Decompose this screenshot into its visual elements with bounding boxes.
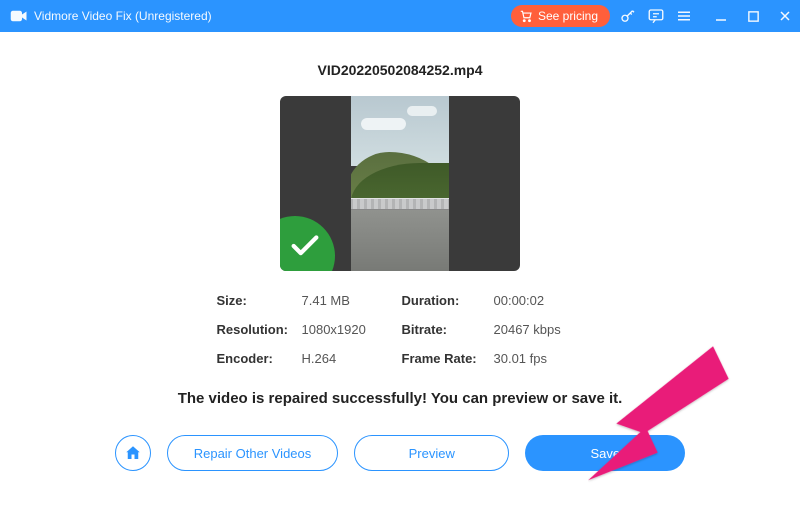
app-logo-icon	[10, 8, 28, 24]
minimize-button[interactable]	[712, 7, 730, 25]
framerate-value: 30.01 fps	[494, 351, 584, 366]
bitrate-value: 20467 kbps	[494, 322, 584, 337]
repair-other-videos-button[interactable]: Repair Other Videos	[167, 435, 339, 471]
save-button[interactable]: Save	[525, 435, 685, 471]
feedback-icon[interactable]	[646, 6, 666, 26]
home-icon	[124, 444, 142, 462]
maximize-button[interactable]	[744, 7, 762, 25]
key-icon[interactable]	[618, 6, 638, 26]
titlebar-right: See pricing	[511, 5, 794, 27]
thumbnail-image	[351, 96, 449, 271]
size-label: Size:	[217, 293, 302, 308]
video-info-grid: Size: 7.41 MB Duration: 00:00:02 Resolut…	[217, 293, 584, 366]
success-check-icon	[280, 216, 335, 271]
action-bar: Repair Other Videos Preview Save	[115, 435, 686, 471]
close-button[interactable]	[776, 7, 794, 25]
framerate-label: Frame Rate:	[402, 351, 494, 366]
cart-icon	[519, 9, 533, 23]
see-pricing-button[interactable]: See pricing	[511, 5, 610, 27]
video-thumbnail	[280, 96, 520, 271]
app-title: Vidmore Video Fix (Unregistered)	[34, 9, 212, 23]
encoder-value: H.264	[302, 351, 402, 366]
duration-label: Duration:	[402, 293, 494, 308]
size-value: 7.41 MB	[302, 293, 402, 308]
preview-button[interactable]: Preview	[354, 435, 509, 471]
home-button[interactable]	[115, 435, 151, 471]
duration-value: 00:00:02	[494, 293, 584, 308]
resolution-value: 1080x1920	[302, 322, 402, 337]
resolution-label: Resolution:	[217, 322, 302, 337]
window-controls	[712, 7, 794, 25]
filename-label: VID20220502084252.mp4	[317, 62, 482, 78]
encoder-label: Encoder:	[217, 351, 302, 366]
main-content: VID20220502084252.mp4 Size: 7.41 MB Dura…	[0, 32, 800, 471]
titlebar-left: Vidmore Video Fix (Unregistered)	[10, 8, 212, 24]
success-message: The video is repaired successfully! You …	[178, 390, 623, 407]
see-pricing-label: See pricing	[538, 9, 598, 23]
bitrate-label: Bitrate:	[402, 322, 494, 337]
menu-icon[interactable]	[674, 6, 694, 26]
titlebar: Vidmore Video Fix (Unregistered) See pri…	[0, 0, 800, 32]
